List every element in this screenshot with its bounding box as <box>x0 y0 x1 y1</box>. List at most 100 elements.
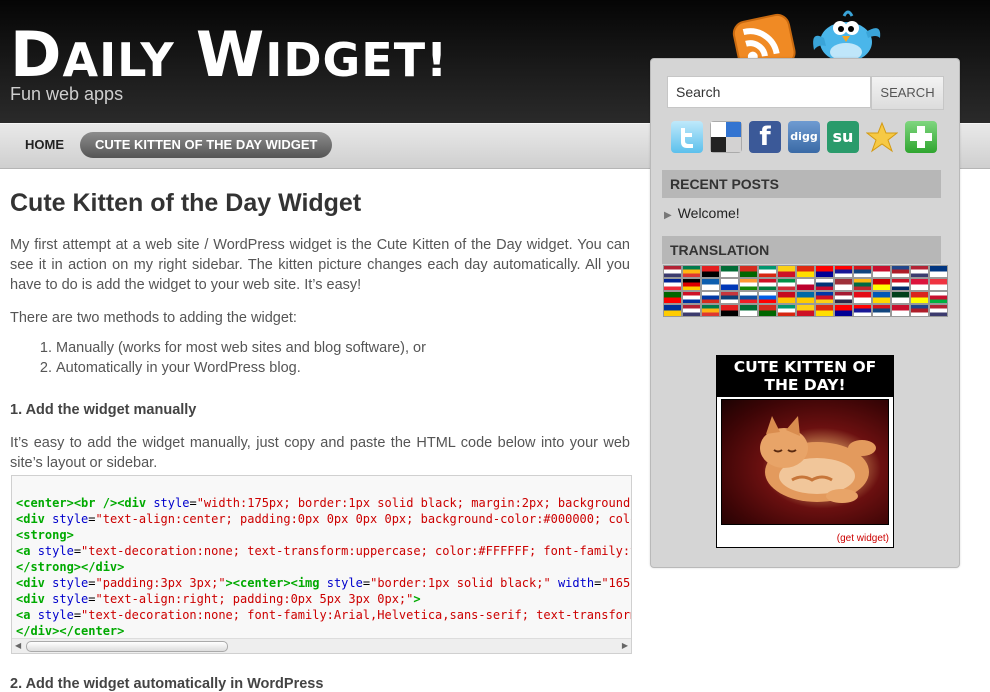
flag-icon[interactable] <box>777 265 796 278</box>
translation-heading: Translation <box>662 236 941 264</box>
flag-icon[interactable] <box>853 265 872 278</box>
flag-icon[interactable] <box>872 265 891 278</box>
flag-icon[interactable] <box>872 278 891 291</box>
html-code-block[interactable]: <center><br /><div style="width:175px; b… <box>11 475 632 654</box>
flag-icon[interactable] <box>815 278 834 291</box>
flag-icon[interactable] <box>796 291 815 304</box>
flag-icon[interactable] <box>758 304 777 317</box>
flag-icon[interactable] <box>872 304 891 317</box>
flag-icon[interactable] <box>815 304 834 317</box>
scrollbar-thumb[interactable] <box>26 641 228 652</box>
flag-icon[interactable] <box>929 291 948 304</box>
code-line: <div style="text-align:center; padding:0… <box>16 512 632 526</box>
recent-post-link[interactable]: Welcome! <box>678 205 740 221</box>
flag-icon[interactable] <box>929 265 948 278</box>
flag-icon[interactable] <box>891 265 910 278</box>
flag-icon[interactable] <box>777 304 796 317</box>
get-widget-link[interactable]: (get widget) <box>837 533 889 544</box>
delicious-icon[interactable] <box>710 121 742 153</box>
kitten-widget: Cute Kitten of the Day! (get widget) <box>716 355 894 548</box>
recent-posts-heading: Recent Posts <box>662 170 941 198</box>
flag-icon[interactable] <box>663 291 682 304</box>
digg-icon[interactable]: digg <box>788 121 820 153</box>
flag-icon[interactable] <box>929 304 948 317</box>
flag-icon[interactable] <box>720 291 739 304</box>
flag-icon[interactable] <box>739 278 758 291</box>
flag-icon[interactable] <box>720 265 739 278</box>
flag-icon[interactable] <box>720 278 739 291</box>
scroll-left-icon[interactable]: ◀ <box>15 641 21 650</box>
flag-icon[interactable] <box>796 304 815 317</box>
search-input[interactable]: Search <box>667 76 871 108</box>
title-rest-1: AILY <box>62 33 175 87</box>
post-paragraph: There are two methods to adding the widg… <box>10 310 297 326</box>
flag-icon[interactable] <box>834 265 853 278</box>
twitter-bird-icon[interactable] <box>806 8 884 64</box>
recent-post-item[interactable]: ▶ Welcome! <box>664 205 740 221</box>
flag-icon[interactable] <box>910 265 929 278</box>
flag-icon[interactable] <box>891 291 910 304</box>
flag-icon[interactable] <box>815 291 834 304</box>
flag-icon[interactable] <box>777 291 796 304</box>
favorite-star-icon[interactable] <box>865 121 899 153</box>
flag-icon[interactable] <box>682 265 701 278</box>
flag-icon[interactable] <box>910 291 929 304</box>
twitter-icon[interactable] <box>671 121 703 153</box>
flag-icon[interactable] <box>739 291 758 304</box>
flag-icon[interactable] <box>701 291 720 304</box>
stumbleupon-icon[interactable]: su <box>827 121 859 153</box>
flag-icon[interactable] <box>701 265 720 278</box>
flag-icon[interactable] <box>815 265 834 278</box>
flag-icon[interactable] <box>872 291 891 304</box>
code-text[interactable]: <center><br /><div style="width:175px; b… <box>16 495 632 639</box>
flag-icon[interactable] <box>739 304 758 317</box>
flag-icon[interactable] <box>891 304 910 317</box>
flag-icon[interactable] <box>663 265 682 278</box>
flag-icon[interactable] <box>777 278 796 291</box>
kitten-photo[interactable] <box>721 399 889 525</box>
post-paragraph: My first attempt at a web site / WordPre… <box>10 237 630 293</box>
flag-icon[interactable] <box>682 291 701 304</box>
flag-icon[interactable] <box>834 278 853 291</box>
flag-icon[interactable] <box>834 291 853 304</box>
flag-icon[interactable] <box>796 278 815 291</box>
horizontal-scrollbar[interactable]: ◀ ▶ <box>12 638 631 653</box>
flag-icon[interactable] <box>910 278 929 291</box>
code-line: </div></center> <box>16 624 125 638</box>
search-button[interactable]: Search <box>871 76 944 110</box>
methods-list: Manually (works for most web sites and b… <box>10 338 630 378</box>
flag-icon[interactable] <box>701 278 720 291</box>
section-heading: 1. Add the widget manually <box>10 402 197 418</box>
flag-icon[interactable] <box>663 304 682 317</box>
flag-icon[interactable] <box>853 304 872 317</box>
scroll-right-icon[interactable]: ▶ <box>622 641 628 650</box>
flag-icon[interactable] <box>682 278 701 291</box>
flag-icon[interactable] <box>758 265 777 278</box>
nav-home[interactable]: Home <box>11 132 78 158</box>
kitten-widget-title[interactable]: Cute Kitten of the Day! <box>717 356 893 397</box>
title-initial-2: W <box>195 18 266 91</box>
flag-icon[interactable] <box>853 278 872 291</box>
flag-icon[interactable] <box>701 304 720 317</box>
flag-icon[interactable] <box>663 278 682 291</box>
flag-icon[interactable] <box>891 278 910 291</box>
flag-icon[interactable] <box>758 291 777 304</box>
facebook-icon[interactable]: f <box>749 121 781 153</box>
flag-icon[interactable] <box>834 304 853 317</box>
flag-icon[interactable] <box>720 304 739 317</box>
flag-icon[interactable] <box>682 304 701 317</box>
flag-icon[interactable] <box>910 304 929 317</box>
post-title: Cute Kitten of the Day Widget <box>10 189 362 217</box>
flag-icon[interactable] <box>853 291 872 304</box>
flag-icon[interactable] <box>739 265 758 278</box>
flag-icon[interactable] <box>796 265 815 278</box>
title-rest-2: IDGET! <box>265 33 449 87</box>
flag-icon[interactable] <box>758 278 777 291</box>
site-tagline: Fun web apps <box>10 84 124 104</box>
code-line: </strong></div> <box>16 560 125 574</box>
add-plus-icon[interactable] <box>905 121 937 153</box>
code-line: <a style="text-decoration:none; text-tra… <box>16 544 632 558</box>
flag-icon[interactable] <box>929 278 948 291</box>
title-initial-1: D <box>10 18 63 91</box>
nav-cute-kitten-widget[interactable]: Cute Kitten of the Day Widget <box>80 132 333 158</box>
